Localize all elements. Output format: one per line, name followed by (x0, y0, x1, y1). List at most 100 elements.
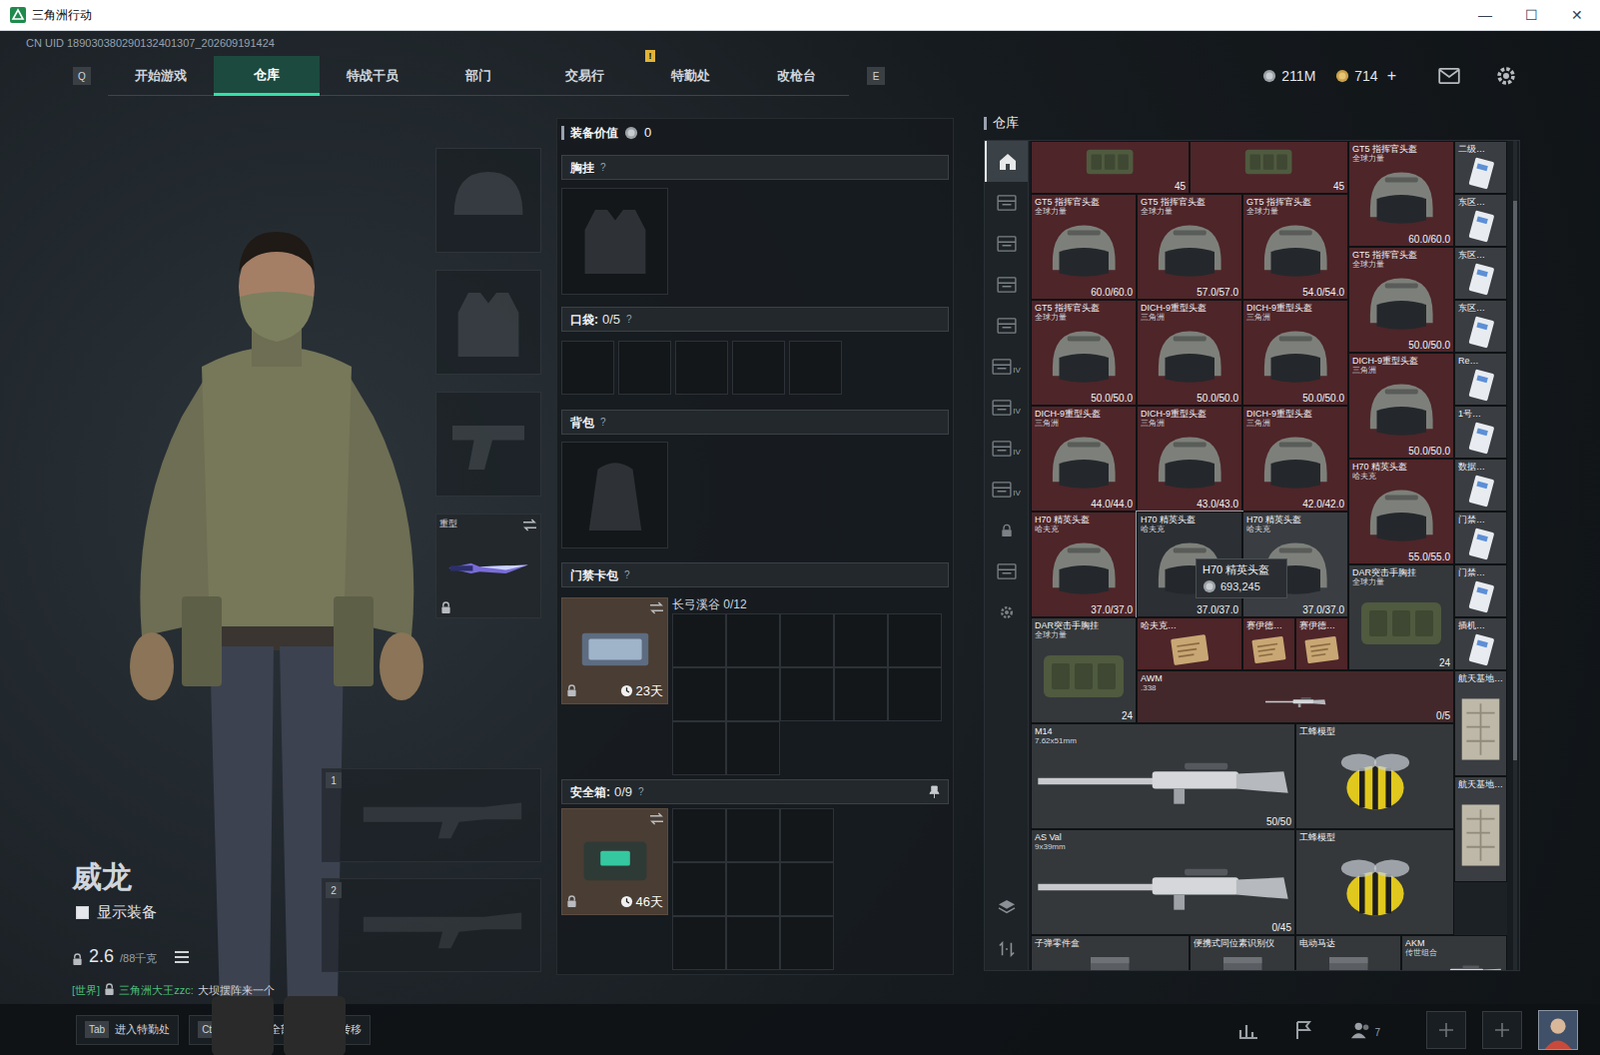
help-badge[interactable]: ? (600, 417, 607, 428)
inventory-item[interactable]: GT5 指挥官头盔全球力量57.0/57.0 (1136, 193, 1243, 300)
keycard-cell[interactable] (726, 667, 781, 722)
safebox-slot[interactable]: 46天 (561, 807, 669, 915)
safebox-cell[interactable] (672, 861, 727, 916)
gear-slot[interactable] (435, 269, 542, 375)
inventory-item[interactable]: GT5 指挥官头盔全球力量60.0/60.0 (1348, 140, 1455, 247)
friends-button[interactable]: 7 (1350, 1019, 1381, 1040)
gear-slot[interactable]: 重型 (435, 513, 542, 619)
warehouse-tab[interactable] (984, 181, 1028, 223)
inventory-item[interactable]: DAR突击手胸挂全球力量24 (1348, 564, 1455, 671)
inventory-item[interactable]: 插机… (1454, 617, 1508, 671)
stats-chart-icon[interactable] (1238, 1020, 1259, 1039)
inventory-item[interactable]: 赛伊德… (1295, 617, 1349, 671)
stack-button[interactable] (984, 885, 1028, 928)
pocket-cell[interactable] (732, 340, 786, 395)
keycard-cell[interactable] (887, 667, 942, 722)
warehouse-tab[interactable]: IV (984, 427, 1028, 469)
help-badge[interactable]: ? (626, 314, 633, 325)
keycard-cell[interactable] (726, 721, 781, 776)
add-token-button[interactable]: + (1387, 63, 1397, 88)
show-gear-checkbox[interactable]: 显示装备 (71, 900, 322, 924)
weapon-slot[interactable]: 1 (321, 768, 542, 862)
inventory-item[interactable]: 门禁… (1454, 511, 1508, 565)
pin-icon[interactable] (928, 785, 940, 799)
inventory-item[interactable]: AWM.3380/5 (1136, 670, 1455, 724)
flag-icon[interactable] (1294, 1019, 1313, 1040)
nav-tab[interactable]: 部门 (425, 55, 532, 96)
inventory-item[interactable]: GT5 指挥官头盔全球力量60.0/60.0 (1030, 193, 1137, 300)
window-control-button[interactable]: — (1462, 0, 1509, 30)
inventory-item[interactable]: 航天基地… (1454, 670, 1508, 777)
pocket-cell[interactable] (789, 340, 842, 395)
inventory-item[interactable]: 子弹零件盒 (1030, 934, 1190, 970)
keycard-case-slot[interactable]: 23天 (561, 597, 669, 705)
invite-slot-button[interactable] (1426, 1010, 1467, 1049)
keycard-cell[interactable] (726, 613, 781, 668)
inventory-item[interactable]: H70 精英头盔哈夫克37.0/37.0 (1030, 511, 1137, 618)
inventory-item[interactable]: 电动马达 (1295, 934, 1402, 970)
inventory-item[interactable]: 赛伊德… (1242, 617, 1296, 671)
key-hint-button[interactable]: Tab进入特勤处 (75, 1014, 179, 1045)
safebox-cell[interactable] (726, 915, 781, 970)
keycard-cell[interactable] (887, 613, 942, 668)
safebox-cell[interactable] (726, 861, 781, 916)
warehouse-tab[interactable]: IV (984, 345, 1028, 387)
keycard-cell[interactable] (780, 613, 834, 668)
warehouse-tab[interactable] (984, 509, 1028, 551)
keycard-cell[interactable] (833, 613, 888, 668)
inventory-item[interactable]: H70 精英头盔哈夫克55.0/55.0 (1348, 458, 1455, 565)
swap-icon[interactable] (522, 518, 538, 532)
keycard-cell[interactable] (672, 613, 727, 668)
safebox-cell[interactable] (672, 807, 727, 862)
warehouse-tab[interactable] (984, 222, 1028, 264)
nav-tab[interactable]: 改枪台 (743, 55, 849, 96)
inventory-item[interactable]: DAR突击手胸挂全球力量24 (1030, 617, 1137, 724)
nav-tab[interactable]: 特勤处! (637, 55, 744, 96)
safebox-cell[interactable] (780, 807, 834, 862)
window-control-button[interactable]: ☐ (1508, 0, 1555, 30)
backpack-slot[interactable] (561, 441, 669, 549)
player-avatar[interactable] (1538, 1009, 1579, 1050)
mail-icon[interactable] (1438, 67, 1461, 84)
inventory-item[interactable]: GT5 指挥官头盔全球力量50.0/50.0 (1030, 299, 1137, 406)
inventory-item[interactable]: DICH-9重型头盔三角洲50.0/50.0 (1348, 352, 1455, 459)
swap-icon[interactable] (649, 601, 665, 615)
swap-icon[interactable] (649, 811, 665, 825)
inventory-item[interactable]: 1号… (1454, 405, 1508, 459)
inventory-item[interactable]: 门禁… (1454, 564, 1508, 618)
gear-slot[interactable] (435, 147, 542, 253)
inventory-item[interactable]: 东区… (1454, 193, 1508, 247)
invite-slot-button[interactable] (1482, 1010, 1523, 1049)
inventory-item[interactable]: DICH-9重型头盔三角洲50.0/50.0 (1136, 299, 1243, 406)
inventory-item[interactable]: DICH-9重型头盔三角洲42.0/42.0 (1242, 405, 1349, 512)
inventory-item[interactable]: 东区… (1454, 246, 1508, 300)
inventory-item[interactable]: M147.62x51mm50/50 (1030, 723, 1296, 829)
inventory-item[interactable]: Re… (1454, 352, 1508, 406)
inventory-item[interactable]: DICH-9重型头盔三角洲50.0/50.0 (1242, 299, 1349, 406)
safebox-cell[interactable] (726, 807, 781, 862)
help-badge[interactable]: ? (624, 570, 631, 581)
inventory-item[interactable]: AKM传世组合 (1401, 934, 1508, 970)
safebox-cell[interactable] (780, 915, 834, 970)
inventory-item[interactable]: 东区… (1454, 299, 1508, 353)
keycard-cell[interactable] (780, 667, 834, 722)
warehouse-tab[interactable] (984, 140, 1028, 182)
inventory-item[interactable]: DICH-9重型头盔三角洲43.0/43.0 (1136, 405, 1243, 512)
safebox-cell[interactable] (672, 915, 727, 970)
sort-button[interactable] (984, 927, 1028, 970)
warehouse-tab[interactable] (984, 591, 1028, 633)
warehouse-tab[interactable] (984, 263, 1028, 305)
nav-tab[interactable]: 交易行 (531, 55, 638, 96)
weapon-slot[interactable]: 2 (321, 877, 542, 972)
inventory-item[interactable]: GT5 指挥官头盔全球力量50.0/50.0 (1348, 246, 1455, 353)
inventory-item[interactable]: DICH-9重型头盔三角洲44.0/44.0 (1030, 405, 1137, 512)
help-badge[interactable]: ? (600, 162, 607, 173)
inventory-item[interactable]: 便携式同位素识别仪 (1189, 934, 1296, 970)
settings-gear-icon[interactable] (1496, 65, 1517, 86)
inventory-item[interactable]: 45 (1189, 140, 1349, 194)
keycard-cell[interactable] (672, 667, 727, 722)
warehouse-tab[interactable] (984, 550, 1028, 592)
inventory-item[interactable]: 工蜂模型 (1295, 828, 1455, 935)
key-hint[interactable]: E (866, 66, 885, 85)
nav-tab[interactable]: 特战干员 (319, 55, 426, 96)
